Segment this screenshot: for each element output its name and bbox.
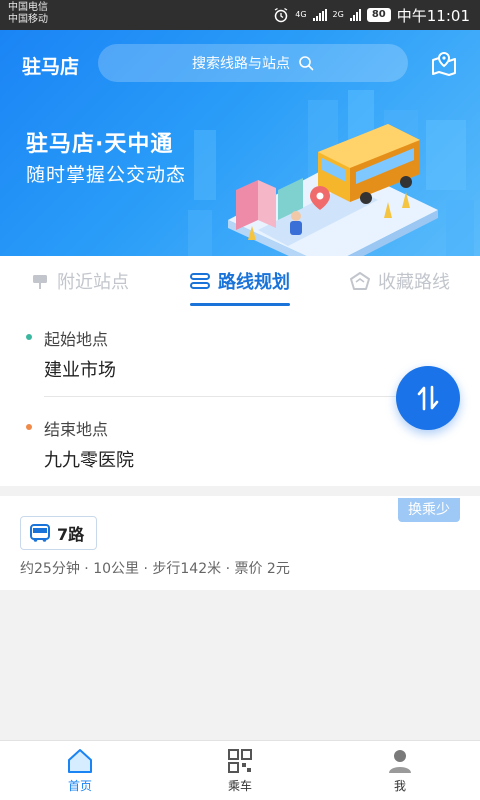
bus-icon: [30, 524, 50, 542]
route-icon: [190, 273, 210, 289]
duration: 约25分钟: [20, 561, 80, 577]
tab-label: 收藏路线: [378, 272, 450, 293]
signal-4g-label: 4G: [295, 10, 307, 19]
search-icon: [299, 56, 314, 71]
fare-value: 2元: [266, 561, 290, 577]
tab-bar: 附近站点 路线规划 收藏路线: [0, 256, 480, 306]
map-location-icon[interactable]: [430, 50, 458, 78]
start-value: 建业市场: [44, 360, 116, 381]
alarm-icon: [274, 7, 288, 23]
search-placeholder: 搜索线路与站点: [192, 56, 290, 72]
battery-indicator: 80: [366, 8, 391, 22]
qr-code-icon: [228, 749, 252, 773]
route-planner-form: 起始地点 建业市场 结束地点 九九零医院: [0, 306, 480, 486]
route-result-card[interactable]: 换乘少 7路 约25分钟 · 10公里 · 步行142米 · 票价 2元: [0, 496, 480, 590]
tab-label: 附近站点: [57, 272, 129, 293]
nav-label: 我: [393, 779, 406, 793]
distance: 10公里: [93, 561, 140, 577]
status-icons: 4G 2G 80 中午11:01: [273, 4, 470, 26]
city-selector[interactable]: 驻马店: [22, 52, 79, 79]
carrier-1: 中国电信: [8, 2, 48, 13]
route-name: 7路: [57, 525, 85, 544]
tab-label: 路线规划: [218, 272, 290, 293]
home-icon: [68, 749, 92, 773]
nav-me[interactable]: 我: [320, 741, 480, 800]
field-divider: [44, 396, 404, 397]
tab-route-planning[interactable]: 路线规划: [160, 256, 320, 306]
carrier-2: 中国移动: [8, 14, 48, 25]
walk-distance: 步行142米: [152, 561, 222, 577]
end-label: 结束地点: [44, 420, 109, 439]
nav-ride[interactable]: 乘车: [160, 741, 320, 800]
end-dot-icon: [26, 424, 32, 430]
swap-arrows-icon: [417, 385, 439, 411]
nav-label: 首页: [67, 779, 92, 793]
swap-locations-button[interactable]: [396, 366, 460, 430]
city-bus-illustration: [188, 90, 474, 256]
route-meta: 约25分钟 · 10公里 · 步行142米 · 票价 2元: [20, 561, 290, 577]
search-input[interactable]: 搜索线路与站点: [98, 44, 408, 82]
start-label: 起始地点: [44, 330, 109, 349]
hero-subtitle: 随时掌握公交动态: [26, 164, 187, 186]
tab-favorite-routes[interactable]: 收藏路线: [320, 256, 480, 306]
signboard-icon: [33, 275, 47, 289]
nav-label: 乘车: [227, 779, 252, 793]
bottom-navigation: 首页 乘车 我: [0, 740, 480, 800]
nav-home[interactable]: 首页: [0, 741, 160, 800]
carrier-info: 中国电信 中国移动: [8, 2, 48, 26]
tab-nearby-stops[interactable]: 附近站点: [0, 256, 160, 306]
hero-banner: 驻马店 搜索线路与站点 驻马店·天中通 随时掌握公交动态: [0, 30, 480, 256]
signal-2g-label: 2G: [332, 10, 344, 19]
signal-bars-icon: [312, 9, 327, 21]
star-icon: [350, 272, 370, 290]
fewer-transfers-tag: 换乘少: [398, 498, 460, 522]
hero-title: 驻马店·天中通: [26, 132, 174, 157]
fare-label: 票价: [234, 561, 263, 577]
bus-route-badge: 7路: [20, 516, 98, 550]
start-dot-icon: [26, 334, 32, 340]
end-value: 九九零医院: [44, 450, 134, 471]
status-bar: 中国电信 中国移动 4G 2G 80 中午11:01: [0, 0, 480, 30]
signal-bars-2-icon: [349, 9, 361, 21]
user-icon: [389, 750, 411, 773]
clock: 中午11:01: [396, 6, 470, 25]
